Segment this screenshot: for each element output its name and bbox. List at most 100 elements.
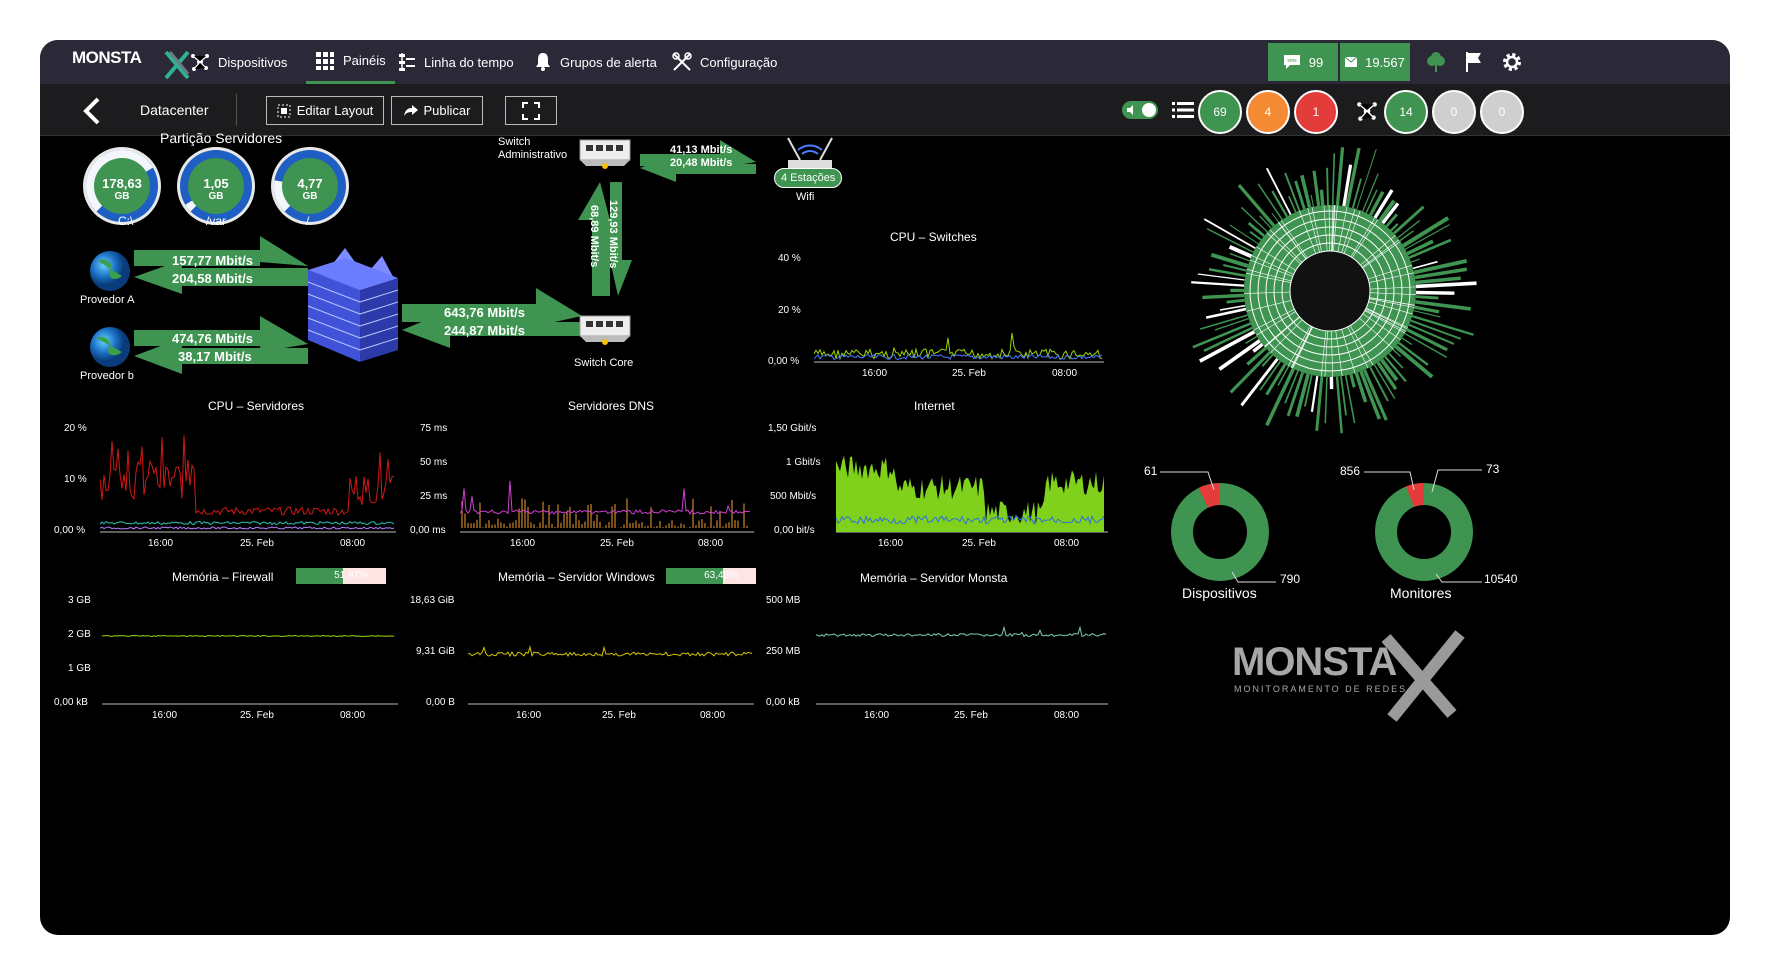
nav-item-timeline[interactable]: Linha do tempo [398, 40, 514, 84]
nav-item-panels[interactable]: Painéis [306, 40, 395, 84]
tools-icon [672, 52, 692, 71]
wifi-label: Wifi [796, 191, 815, 203]
y-tick: 25 ms [420, 491, 448, 502]
y-tick: 500 Mbit/s [770, 491, 817, 502]
dashboard-frame: MONSTA Dispositivos Painéis Linha do tem… [40, 40, 1730, 935]
x-tick: 08:00 [1054, 710, 1080, 721]
list-icon[interactable] [1172, 100, 1194, 120]
globe-icon [90, 327, 130, 367]
y-tick: 1 Gbit/s [786, 457, 821, 468]
selection-icon [277, 104, 291, 117]
sunburst-segment [1324, 376, 1328, 424]
status-unknown-monitors[interactable]: 0 [1432, 90, 1476, 134]
dns-chart [460, 480, 754, 533]
sunburst-segment [1265, 167, 1292, 215]
email-counter[interactable]: 19.567 [1340, 43, 1410, 81]
provider-a-label: Provedor A [80, 294, 135, 306]
nav-item-devices[interactable]: Dispositivos [190, 40, 287, 84]
provider-a-out-rate: 204,58 Mbit/s [172, 271, 253, 286]
y-tick: 0,00 bit/s [774, 525, 815, 536]
globe-icon [90, 251, 130, 291]
donut-ok-arc [1375, 483, 1473, 581]
core-admin-down-rate: 68,89 Mbit/s [588, 205, 600, 268]
y-tick: 20 % [778, 305, 801, 316]
mem-windows-usage-bar: 63,48% [666, 568, 756, 584]
nav-item-settings[interactable]: Configuração [672, 40, 777, 84]
nav-item-label: Linha do tempo [424, 54, 514, 70]
publish-button[interactable]: Publicar [391, 96, 483, 125]
y-tick: 50 ms [420, 457, 448, 468]
mem-firewall-chart [102, 634, 398, 705]
edit-layout-label: Editar Layout [296, 103, 374, 118]
sunburst-segment [1310, 194, 1314, 207]
sunburst-segment [1312, 170, 1321, 206]
sms-counter[interactable]: sms 99 [1268, 43, 1338, 81]
wifi-router-icon [787, 137, 833, 168]
sunburst-segment [1415, 295, 1439, 300]
y-tick: 0,00 % [54, 525, 86, 536]
switch-core-icon [579, 315, 631, 345]
y-tick: 2 GB [68, 629, 91, 640]
mem-monsta-chart [816, 625, 1108, 705]
logo-tagline: MONITORAMENTO DE REDES [1234, 684, 1408, 694]
sound-toggle[interactable] [1122, 101, 1158, 119]
status-ok-monitors[interactable]: 14 [1384, 90, 1428, 134]
provider-b-in-rate: 474,76 Mbit/s [172, 331, 253, 346]
fw-core-out-rate: 244,87 Mbit/s [444, 323, 525, 338]
dashboard-toolbar: Datacenter Editar Layout Publicar 69 4 1… [40, 84, 1730, 136]
server-cpu-series [100, 526, 395, 530]
back-arrow-icon[interactable] [82, 97, 102, 125]
firewall-icon [307, 248, 399, 362]
sunburst-segment [1237, 183, 1276, 227]
x-tick: 25. Feb [240, 710, 274, 721]
flag-icon[interactable] [1462, 50, 1486, 74]
devices-donut-label: Dispositivos [1182, 585, 1257, 601]
status-ok-devices[interactable]: 69 [1198, 90, 1242, 134]
dashboard-title: Datacenter [140, 102, 209, 118]
brand-x-icon [164, 50, 190, 80]
sunburst-segment [1208, 267, 1246, 278]
sunburst-segment [1415, 276, 1461, 285]
tree-icon[interactable] [1424, 50, 1448, 74]
nav-item-alert-groups[interactable]: Grupos de alerta [534, 40, 657, 84]
fullscreen-icon [522, 101, 540, 120]
wifi-stations-badge[interactable]: 4 Estações [774, 168, 843, 188]
mem-windows-chart [468, 645, 754, 705]
network-nodes-icon[interactable] [1356, 100, 1378, 122]
brand-logo[interactable]: MONSTA [72, 48, 190, 80]
dns-title: Servidores DNS [568, 399, 655, 413]
sunburst-segment [1335, 376, 1343, 434]
share-arrow-icon [403, 104, 418, 116]
sunburst-segment [1340, 376, 1347, 416]
network-map [90, 137, 833, 374]
bell-icon [536, 53, 550, 71]
fullscreen-button[interactable] [505, 96, 557, 125]
status-paused-monitors[interactable]: 0 [1480, 90, 1524, 134]
provider-a-in-rate: 157,77 Mbit/s [172, 253, 253, 268]
status-critical-devices[interactable]: 1 [1294, 90, 1338, 134]
x-tick: 25. Feb [602, 710, 636, 721]
sunburst-segment [1198, 330, 1256, 363]
server-cpu-series [100, 520, 395, 526]
donut-alert-arc [1405, 483, 1425, 508]
devices-alert-count: 61 [1144, 464, 1158, 478]
sunburst-segment [1401, 337, 1413, 346]
cpu-servers-chart [100, 435, 396, 533]
sunburst-segment [1247, 221, 1265, 237]
email-count: 19.567 [1365, 54, 1405, 70]
edit-layout-button[interactable]: Editar Layout [266, 96, 384, 125]
cpu-servers-title: CPU – Servidores [208, 399, 305, 413]
sunburst-segment [1310, 375, 1319, 412]
sunburst-segment [1402, 216, 1450, 248]
svg-text:sms: sms [1287, 58, 1297, 64]
status-warning-devices[interactable]: 4 [1246, 90, 1290, 134]
x-tick: 25. Feb [962, 538, 996, 549]
internet-chart [836, 455, 1108, 533]
y-tick: 250 MB [766, 646, 801, 657]
grid-icon [316, 51, 334, 70]
server-cpu-series [100, 435, 395, 516]
admin-wifi-out-rate: 20,48 Mbit/s [670, 157, 733, 169]
gear-icon[interactable] [1500, 50, 1524, 74]
mem-firewall-usage-label: 51,97% [334, 570, 368, 581]
donut-alert-arc [1198, 483, 1221, 508]
